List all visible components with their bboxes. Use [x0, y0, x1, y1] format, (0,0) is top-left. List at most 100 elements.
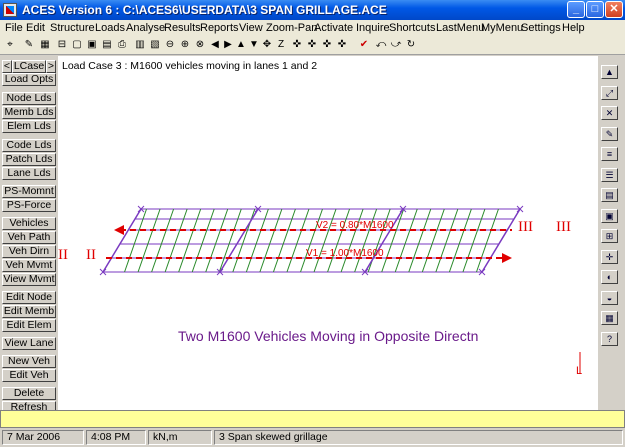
ps-force-button[interactable]: PS-Force [2, 199, 56, 212]
close-button[interactable]: ✕ [605, 1, 623, 18]
menu-shortcuts[interactable]: Shortcuts [389, 22, 435, 34]
help-icon[interactable]: ? [601, 331, 618, 346]
pan-left-icon[interactable]: ◀ [208, 38, 222, 52]
new-icon[interactable]: ▢ [70, 38, 84, 52]
transverse-member [137, 208, 161, 273]
supports-icon[interactable]: ⊞ [601, 229, 618, 243]
rotate-2-icon[interactable]: ✜ [305, 38, 319, 52]
view-mvmt-button[interactable]: View Mvmt [2, 273, 56, 286]
menu-settings[interactable]: Settings [521, 22, 561, 34]
numbering-icon[interactable]: ☰ [601, 167, 618, 182]
menu-view[interactable]: View [239, 22, 263, 34]
check-icon[interactable]: ✔ [357, 38, 371, 52]
menu-bar: File Edit Structure Loads Analyse Results Repo… [0, 20, 625, 36]
menu-results[interactable]: Results [164, 22, 201, 34]
edit-node-button[interactable]: Edit Node [2, 291, 56, 304]
view-iso-icon[interactable]: ⤢ [601, 85, 618, 100]
diagram-icon[interactable]: ◒ [601, 290, 618, 305]
node-lds-button[interactable]: Node Lds [2, 92, 56, 105]
redo-icon[interactable]: ⤻ [389, 38, 403, 52]
veh-path-button[interactable]: Veh Path [2, 231, 56, 244]
arrow-left-icon [114, 225, 124, 235]
zoom-window-icon[interactable]: ▥ [133, 38, 147, 52]
menu-inquire[interactable]: Inquire [356, 22, 390, 34]
menu-structure[interactable]: Structure [50, 22, 95, 34]
rotate-1-icon[interactable]: ✜ [290, 38, 304, 52]
command-line[interactable] [0, 410, 625, 428]
delete-button[interactable]: Delete [2, 387, 56, 400]
lcase-next-button[interactable]: > [46, 60, 56, 73]
lane-lds-button[interactable]: Lane Lds [2, 167, 56, 180]
menu-lastmenu[interactable]: LastMenu [436, 22, 484, 34]
undo-icon[interactable]: ⤺ [374, 38, 388, 52]
transverse-member [421, 208, 445, 273]
edit-icon[interactable]: ✎ [22, 38, 36, 52]
ps-momnt-button[interactable]: PS-Momnt [2, 185, 56, 198]
transverse-member [462, 208, 486, 273]
menu-edit[interactable]: Edit [26, 22, 45, 34]
minimize-button[interactable]: _ [567, 1, 585, 18]
view-lane-button[interactable]: View Lane [2, 337, 56, 350]
loads-icon[interactable]: ✛ [601, 249, 618, 264]
zoom-prev-icon[interactable]: ⊖ [163, 38, 177, 52]
pan-right-icon[interactable]: ▶ [221, 38, 235, 52]
layers-icon[interactable]: ≡ [601, 147, 618, 161]
zoom-fit-icon[interactable]: ▧ [148, 38, 162, 52]
pan-up-icon[interactable]: ▲ [234, 38, 248, 52]
app-icon[interactable] [3, 3, 17, 17]
lcase-button[interactable]: LCase [12, 60, 46, 73]
menu-mymenu[interactable]: MyMenu [481, 22, 523, 34]
refresh-icon[interactable]: ↻ [404, 38, 418, 52]
pan-down-icon[interactable]: ▼ [247, 38, 261, 52]
view-plan-icon[interactable]: ✕ [601, 106, 618, 120]
lcase-prev-button[interactable]: < [2, 60, 12, 73]
menu-activate[interactable]: Activate [314, 22, 353, 34]
open-icon[interactable]: ▣ [85, 38, 99, 52]
nodes-icon[interactable]: ▣ [601, 208, 618, 223]
new-veh-button[interactable]: New Veh [2, 355, 56, 368]
mesh-icon[interactable]: ▦ [601, 311, 618, 325]
right-marks-1: III [518, 219, 533, 235]
transverse-member [381, 208, 405, 273]
rotate-3-icon[interactable]: ✜ [320, 38, 334, 52]
select-icon[interactable]: ⌖ [3, 38, 17, 52]
z-icon[interactable]: Z [274, 38, 288, 52]
edit-memb-button[interactable]: Edit Memb [2, 305, 56, 318]
menu-file[interactable]: File [5, 22, 23, 34]
diagram-caption: Two M1600 Vehicles Moving in Opposite Di… [178, 328, 479, 344]
view-3d-icon[interactable]: ▲ [601, 65, 618, 79]
memb-lds-button[interactable]: Memb Lds [2, 106, 56, 119]
zoom-in-icon[interactable]: ⊕ [178, 38, 192, 52]
elem-lds-button[interactable]: Elem Lds [2, 120, 56, 133]
print-icon[interactable]: ⎙ [115, 38, 129, 52]
edit-veh-button[interactable]: Edit Veh [2, 369, 56, 382]
veh-dirn-button[interactable]: Veh Dirn [2, 245, 56, 258]
print-setup-icon[interactable]: ⊟ [55, 38, 69, 52]
edit-elem-button[interactable]: Edit Elem [2, 319, 56, 332]
left-sidebar: < LCase > Load Opts Node Lds Memb Lds Elem … [0, 56, 58, 414]
patch-lds-button[interactable]: Patch Lds [2, 153, 56, 166]
code-lds-button[interactable]: Code Lds [2, 139, 56, 152]
zoom-out-icon[interactable]: ⊗ [193, 38, 207, 52]
menu-analyse[interactable]: Analyse [126, 22, 165, 34]
grid-icon[interactable]: ▦ [38, 38, 52, 52]
menu-help[interactable]: Help [562, 22, 585, 34]
save-icon[interactable]: ▤ [100, 38, 114, 52]
members-icon[interactable]: ▤ [601, 188, 618, 202]
left-marks-1: II [58, 247, 68, 263]
results-icon[interactable]: ◐ [601, 270, 618, 284]
load-opts-button[interactable]: Load Opts [2, 73, 56, 86]
menu-zoom-pan[interactable]: Zoom-Pan [266, 22, 317, 34]
transverse-member [178, 208, 202, 273]
drawing-canvas[interactable]: Load Case 3 : M1600 vehicles moving in l… [58, 56, 598, 410]
vehicles-button[interactable]: Vehicles [2, 217, 56, 230]
rotate-4-icon[interactable]: ✜ [335, 38, 349, 52]
pan-center-icon[interactable]: ✥ [260, 38, 274, 52]
menu-reports[interactable]: Reports [200, 22, 239, 34]
view-elev-icon[interactable]: ✎ [601, 126, 618, 141]
maximize-button[interactable]: □ [586, 1, 604, 18]
transverse-member [205, 208, 229, 273]
status-model: 3 Span skewed grillage [214, 430, 623, 445]
menu-loads[interactable]: Loads [95, 22, 125, 34]
veh-mvmt-button[interactable]: Veh Mvmt [2, 259, 56, 272]
